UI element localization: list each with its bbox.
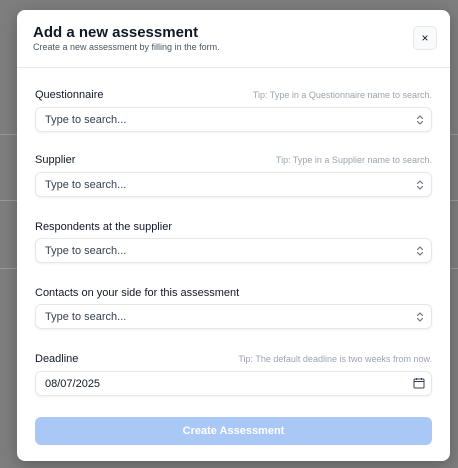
background-divider [450, 134, 458, 135]
chevron-up-down-icon [416, 180, 424, 190]
close-icon: × [421, 31, 429, 45]
deadline-tip: Tip: The default deadline is two weeks f… [238, 354, 432, 364]
deadline-date-input[interactable]: 08/07/2025 [35, 371, 432, 396]
questionnaire-label: Questionnaire [35, 89, 104, 101]
dialog-header: Add a new assessment Create a new assess… [17, 10, 450, 68]
questionnaire-placeholder: Type to search... [45, 114, 127, 126]
calendar-icon[interactable] [413, 377, 425, 389]
create-assessment-button[interactable]: Create Assessment [35, 417, 432, 445]
supplier-placeholder: Type to search... [45, 179, 127, 191]
background-divider [0, 200, 17, 201]
deadline-value: 08/07/2025 [45, 378, 101, 390]
background-divider [0, 134, 17, 135]
dialog-subtitle: Create a new assessment by filling in th… [33, 42, 220, 52]
respondents-placeholder: Type to search... [45, 245, 127, 257]
respondents-label: Respondents at the supplier [35, 221, 172, 233]
chevron-up-down-icon [416, 246, 424, 256]
chevron-up-down-icon [416, 115, 424, 125]
contacts-placeholder: Type to search... [45, 311, 127, 323]
contacts-label: Contacts on your side for this assessmen… [35, 287, 240, 299]
questionnaire-tip: Tip: Type in a Questionnaire name to sea… [252, 90, 432, 100]
supplier-label: Supplier [35, 154, 76, 166]
respondents-select[interactable]: Type to search... [35, 238, 432, 263]
close-button[interactable]: × [413, 26, 437, 50]
dialog-title: Add a new assessment [33, 24, 199, 41]
questionnaire-select[interactable]: Type to search... [35, 107, 432, 132]
supplier-tip: Tip: Type in a Supplier name to search. [275, 155, 432, 165]
background-divider [0, 268, 17, 269]
background-divider [450, 200, 458, 201]
add-assessment-dialog: Add a new assessment Create a new assess… [17, 10, 450, 461]
contacts-select[interactable]: Type to search... [35, 304, 432, 329]
deadline-label: Deadline [35, 353, 79, 365]
background-divider [450, 268, 458, 269]
supplier-select[interactable]: Type to search... [35, 172, 432, 197]
chevron-up-down-icon [416, 312, 424, 322]
